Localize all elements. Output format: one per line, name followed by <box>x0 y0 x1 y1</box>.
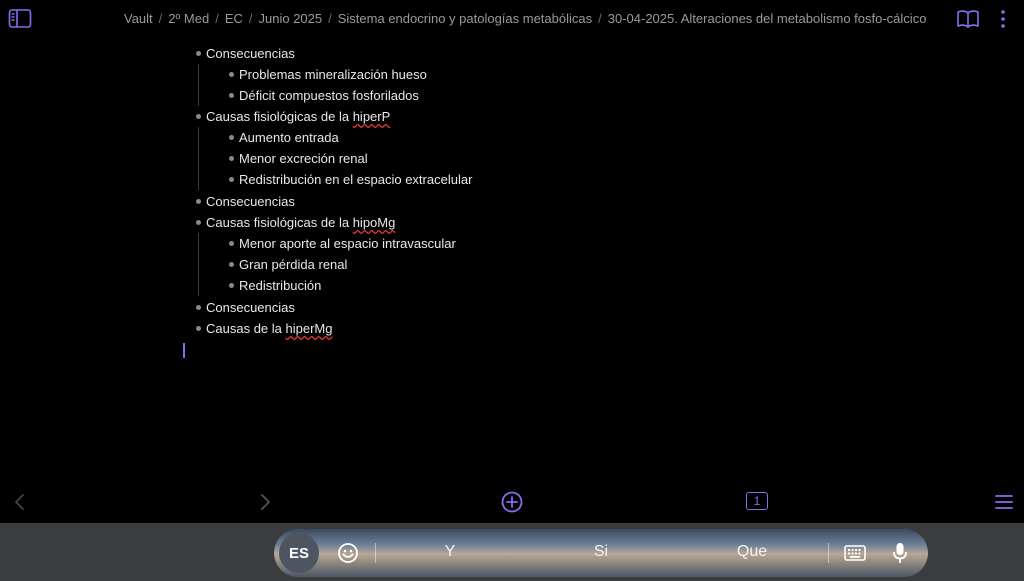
breadcrumb-separator: / <box>158 11 163 26</box>
indent-guide <box>198 64 199 106</box>
indent-guide <box>198 127 199 190</box>
menu-hamburger-icon[interactable] <box>994 492 1014 512</box>
bullet-icon <box>229 93 234 98</box>
bullet-icon <box>229 135 234 140</box>
list-item-text: Redistribución en el espacio extracelula… <box>239 172 473 187</box>
bullet-icon <box>229 156 234 161</box>
more-options-icon[interactable] <box>994 8 1012 30</box>
list-item-text: Redistribución <box>239 278 322 293</box>
microphone-icon[interactable] <box>892 541 908 565</box>
tab-count: 1 <box>753 494 761 508</box>
suggestion-1[interactable]: Y <box>420 543 480 561</box>
forward-arrow-icon[interactable] <box>257 492 273 512</box>
list-item[interactable]: Déficit compuestos fosforilados <box>229 85 419 106</box>
misspelled-word: hiperMg <box>285 321 333 336</box>
emoji-icon[interactable] <box>336 541 360 565</box>
list-item[interactable]: Menor excreción renal <box>229 148 368 169</box>
tab-count-button[interactable]: 1 <box>746 492 768 510</box>
bullet-icon <box>229 283 234 288</box>
list-item[interactable]: Consecuencias <box>196 43 295 64</box>
language-button[interactable]: ES <box>279 533 319 573</box>
sidebar-toggle-icon[interactable] <box>8 8 32 30</box>
suggestion-2[interactable]: Si <box>571 543 631 561</box>
breadcrumb-separator: / <box>328 11 332 26</box>
list-item-text: Problemas mineralización hueso <box>239 67 427 82</box>
keyboard-toolbar: ES Y Si Que <box>0 523 1024 581</box>
list-item-text: Consecuencias <box>206 300 295 315</box>
list-item[interactable]: Causas fisiológicas de la hipoMg <box>196 212 395 233</box>
reading-view-icon[interactable] <box>956 8 980 30</box>
list-item[interactable]: Redistribución <box>229 275 321 296</box>
divider <box>828 543 829 563</box>
breadcrumb-junio-2025[interactable]: Junio 2025 <box>259 11 323 26</box>
list-item-text: Causas de la <box>206 321 286 336</box>
bullet-icon <box>196 114 201 119</box>
bullet-icon <box>229 262 234 267</box>
back-arrow-icon[interactable] <box>12 492 28 512</box>
list-item-text: Menor aporte al espacio intravascular <box>239 236 456 251</box>
editor[interactable]: Consecuencias Problemas mineralización h… <box>0 42 1024 482</box>
list-item-text: Causas fisiológicas de la <box>206 215 353 230</box>
breadcrumb: Vault / 2º Med / EC / Junio 2025 / Siste… <box>124 11 926 26</box>
list-item[interactable]: Aumento entrada <box>229 127 339 148</box>
list-item[interactable]: Redistribución en el espacio extracelula… <box>229 169 472 190</box>
bullet-icon <box>196 51 201 56</box>
breadcrumb-separator: / <box>598 11 602 26</box>
breadcrumb-separator: / <box>248 11 253 26</box>
top-bar: Vault / 2º Med / EC / Junio 2025 / Siste… <box>0 0 1024 38</box>
list-item-text: Causas fisiológicas de la <box>206 109 353 124</box>
breadcrumb-note-title[interactable]: 30-04-2025. Alteraciones del metabolismo… <box>608 11 927 26</box>
bullet-icon <box>196 326 201 331</box>
list-item-text: Déficit compuestos fosforilados <box>239 88 419 103</box>
misspelled-word: hipoMg <box>352 215 396 230</box>
indent-guide <box>198 233 199 296</box>
text-cursor <box>183 343 185 358</box>
list-item[interactable]: Causas de la hiperMg <box>196 318 332 339</box>
list-item[interactable]: Menor aporte al espacio intravascular <box>229 233 456 254</box>
misspelled-word: hiperP <box>352 109 391 124</box>
bullet-icon <box>196 199 201 204</box>
bullet-icon <box>229 177 234 182</box>
bullet-icon <box>196 305 201 310</box>
suggestion-bar: ES Y Si Que <box>274 529 928 577</box>
suggestion-3[interactable]: Que <box>722 543 782 561</box>
list-item-text: Menor excreción renal <box>239 151 368 166</box>
list-item[interactable]: Gran pérdida renal <box>229 254 347 275</box>
bullet-icon <box>229 72 234 77</box>
list-item-text: Consecuencias <box>206 194 295 209</box>
bullet-icon <box>196 220 201 225</box>
divider <box>375 543 376 563</box>
breadcrumb-sistema-endocrino[interactable]: Sistema endocrino y patologías metabólic… <box>338 11 592 26</box>
list-item[interactable]: Problemas mineralización hueso <box>229 64 427 85</box>
breadcrumb-ec[interactable]: EC <box>225 11 243 26</box>
breadcrumb-vault[interactable]: Vault <box>124 11 153 26</box>
keyboard-icon[interactable] <box>844 543 866 563</box>
list-item[interactable]: Consecuencias <box>196 191 295 212</box>
list-item-text: Gran pérdida renal <box>239 257 348 272</box>
new-note-plus-icon[interactable] <box>500 490 524 514</box>
list-item[interactable]: Causas fisiológicas de la hiperP <box>196 106 390 127</box>
breadcrumb-separator: / <box>215 11 219 26</box>
list-item-text: Consecuencias <box>206 46 295 61</box>
list-item-text: Aumento entrada <box>239 130 339 145</box>
bullet-icon <box>229 241 234 246</box>
list-item[interactable]: Consecuencias <box>196 297 295 318</box>
breadcrumb-2-med[interactable]: 2º Med <box>168 11 209 26</box>
bottom-navigation: 1 <box>0 486 1024 522</box>
